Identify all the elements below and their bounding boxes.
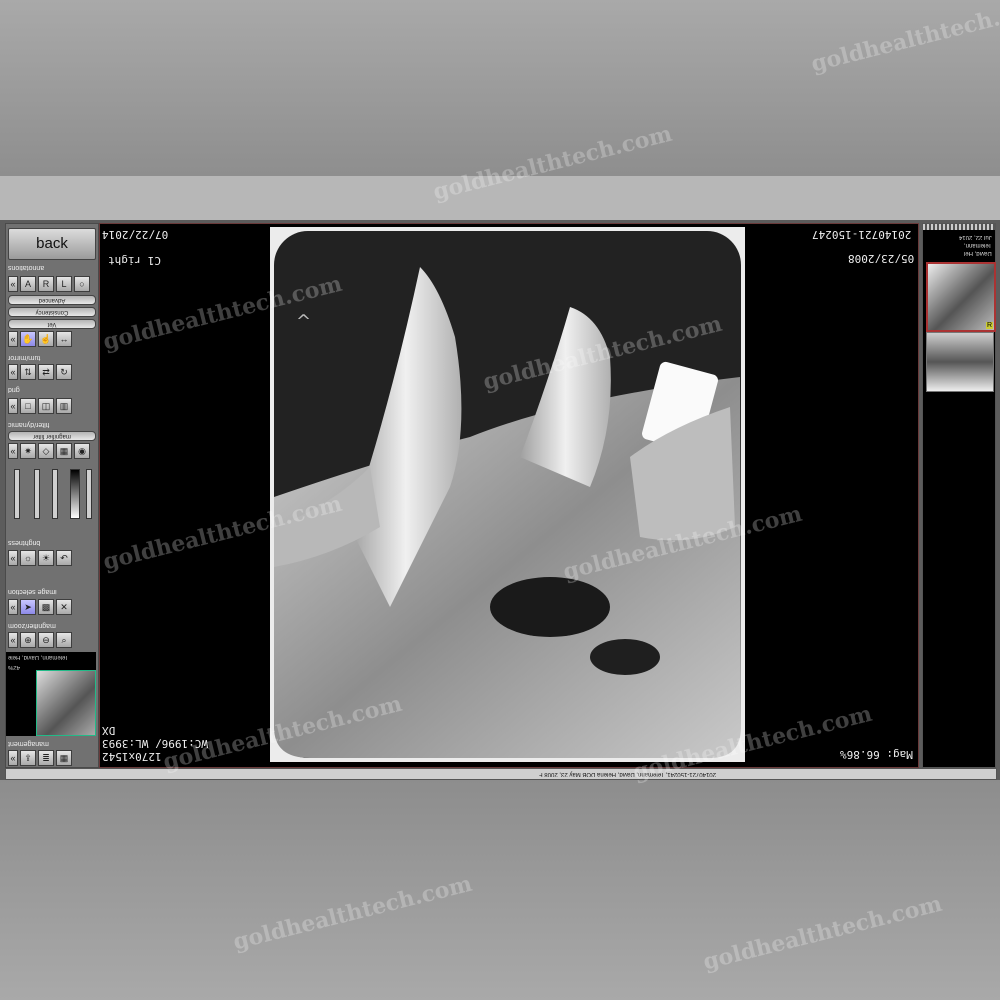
panel-header-strip — [923, 224, 995, 230]
collapse-icon[interactable]: « — [8, 276, 18, 292]
advanced-pill[interactable]: Advanced — [8, 295, 96, 305]
left-thumbnail[interactable]: Telemann, David, Hele 42% — [6, 652, 96, 736]
collapse-icon[interactable]: « — [8, 632, 18, 648]
collapse-icon[interactable]: « — [8, 750, 18, 766]
birth-date: 05/23/2008 — [848, 252, 915, 265]
collapse-icon[interactable]: « — [8, 443, 18, 459]
thumbnail-selected[interactable]: R — [926, 262, 996, 332]
top-background — [0, 0, 1000, 176]
thumb-patient-line1: Telemann, — [964, 242, 992, 248]
consistency-pill[interactable]: Consistency — [8, 307, 96, 317]
magnifier-filter-pill[interactable]: magnifier filter — [8, 431, 96, 441]
thumbnail-second[interactable] — [926, 332, 994, 392]
status-bar: 20140721-150241, Telemann, David, Helena… — [5, 768, 997, 780]
hand-tools: « ✋ ☝ ↔ — [8, 331, 96, 347]
grid-columns-icon[interactable]: ▥ — [56, 398, 72, 414]
export-icon[interactable]: ⇪ — [20, 750, 36, 766]
pointer-icon[interactable]: ☝ — [38, 331, 54, 347]
select-pattern-icon[interactable]: ▩ — [38, 599, 54, 615]
sun-icon[interactable]: ☼ — [20, 550, 36, 566]
undo-icon[interactable]: ↶ — [56, 550, 72, 566]
modality: DX — [102, 724, 116, 737]
stack-icon[interactable]: ≣ — [38, 750, 54, 766]
thumb-patient-line2: David, Hel — [964, 250, 992, 256]
thumb-patient-name: Telemann, David, Hele — [8, 654, 69, 660]
rotate-icon[interactable]: ↻ — [56, 364, 72, 380]
image-marker: ^ — [296, 311, 311, 332]
level-slider[interactable] — [86, 469, 92, 519]
xray-viewer-window: back annotations « A R L ○ Advanced Cons… — [0, 220, 1000, 780]
collapse-icon[interactable]: « — [8, 364, 18, 380]
select-cross-icon[interactable]: ✕ — [56, 599, 72, 615]
contrast-icon[interactable]: ◇ — [38, 443, 54, 459]
collapse-icon[interactable]: « — [8, 398, 18, 414]
section-annotations: annotations — [8, 264, 45, 271]
measure-icon[interactable]: ↔ — [56, 331, 72, 347]
annotation-circle-tool[interactable]: ○ — [74, 276, 90, 292]
image-selection-tools: « ➤ ▩ ✕ — [8, 599, 96, 615]
annotation-left-marker[interactable]: L — [56, 276, 72, 292]
section-brightness: brightness — [8, 539, 41, 546]
brightness-slider[interactable] — [14, 469, 20, 519]
magnification: Mag: 66.86% — [840, 748, 913, 761]
thumbnail-image — [36, 670, 96, 736]
magnifier-icon[interactable]: ⌕ — [56, 632, 72, 648]
thumb-zoom: 42% — [8, 664, 21, 670]
flip-horizontal-icon[interactable]: ⇄ — [38, 364, 54, 380]
dental-xray-image: ^ — [270, 227, 745, 762]
section-grid: grid — [8, 386, 20, 393]
contrast-slider[interactable] — [34, 469, 40, 519]
zoom-out-icon[interactable]: ⊖ — [38, 632, 54, 648]
vet-pill[interactable]: Vet — [8, 319, 96, 329]
study-date: 07/22/2014 — [102, 228, 169, 241]
section-image-selection: image selection — [8, 588, 57, 595]
brightness-tools: « ☼ ☀ ↶ — [8, 550, 96, 566]
right-thumbnail-panel: Jul 22, 2014 Telemann, David, Hel R — [922, 223, 996, 768]
zoom-tools: « ⊕ ⊖ ⌕ — [8, 632, 96, 648]
collapse-icon[interactable]: « — [8, 550, 18, 566]
sun-bright-icon[interactable]: ☀ — [38, 550, 54, 566]
gamma-slider[interactable] — [52, 469, 58, 519]
grid-view-icon[interactable]: ▦ — [56, 750, 72, 766]
left-tool-panel: back annotations « A R L ○ Advanced Cons… — [5, 223, 99, 768]
grayscale-bar — [70, 469, 80, 519]
select-arrow-icon[interactable]: ➤ — [20, 599, 36, 615]
grid-single-icon[interactable]: □ — [20, 398, 36, 414]
image-dimensions: 1270x1542 — [102, 750, 162, 763]
back-button[interactable]: back — [8, 228, 96, 260]
bottom-background — [0, 780, 1000, 1000]
tooth-label: C1 right — [108, 254, 161, 267]
flip-vertical-icon[interactable]: ⇅ — [20, 364, 36, 380]
thumb-badge: R — [985, 322, 993, 329]
thumb-date: Jul 22, 2014 — [959, 234, 992, 240]
annotation-text-tool[interactable]: A — [20, 276, 36, 292]
collapse-icon[interactable]: « — [8, 331, 18, 347]
management-tools: « ⇪ ≣ ▦ — [8, 750, 96, 766]
filter-tools: « ✷ ◇ ▦ ◉ — [8, 443, 96, 459]
invert-icon[interactable]: ◉ — [74, 443, 90, 459]
section-magnifier-zoom: magnifier/zoom — [8, 622, 56, 629]
sharpen-icon[interactable]: ✷ — [20, 443, 36, 459]
turn-mirror-tools: « ⇅ ⇄ ↻ — [8, 364, 96, 380]
grid-tools: « □ ◫ ▥ — [8, 398, 96, 414]
noise-filter-icon[interactable]: ▦ — [56, 443, 72, 459]
hand-pan-icon[interactable]: ✋ — [20, 331, 36, 347]
study-id: 20140721-150247 — [812, 228, 912, 241]
section-filter-dynamic: filter/dynamic — [8, 421, 50, 428]
annotation-right-marker[interactable]: R — [38, 276, 54, 292]
grid-split-icon[interactable]: ◫ — [38, 398, 54, 414]
zoom-in-icon[interactable]: ⊕ — [20, 632, 36, 648]
annotation-tools: « A R L ○ — [8, 276, 96, 292]
section-turn-mirror: turn/mirror — [8, 354, 41, 361]
section-management: management — [8, 740, 49, 747]
collapse-icon[interactable]: « — [8, 599, 18, 615]
